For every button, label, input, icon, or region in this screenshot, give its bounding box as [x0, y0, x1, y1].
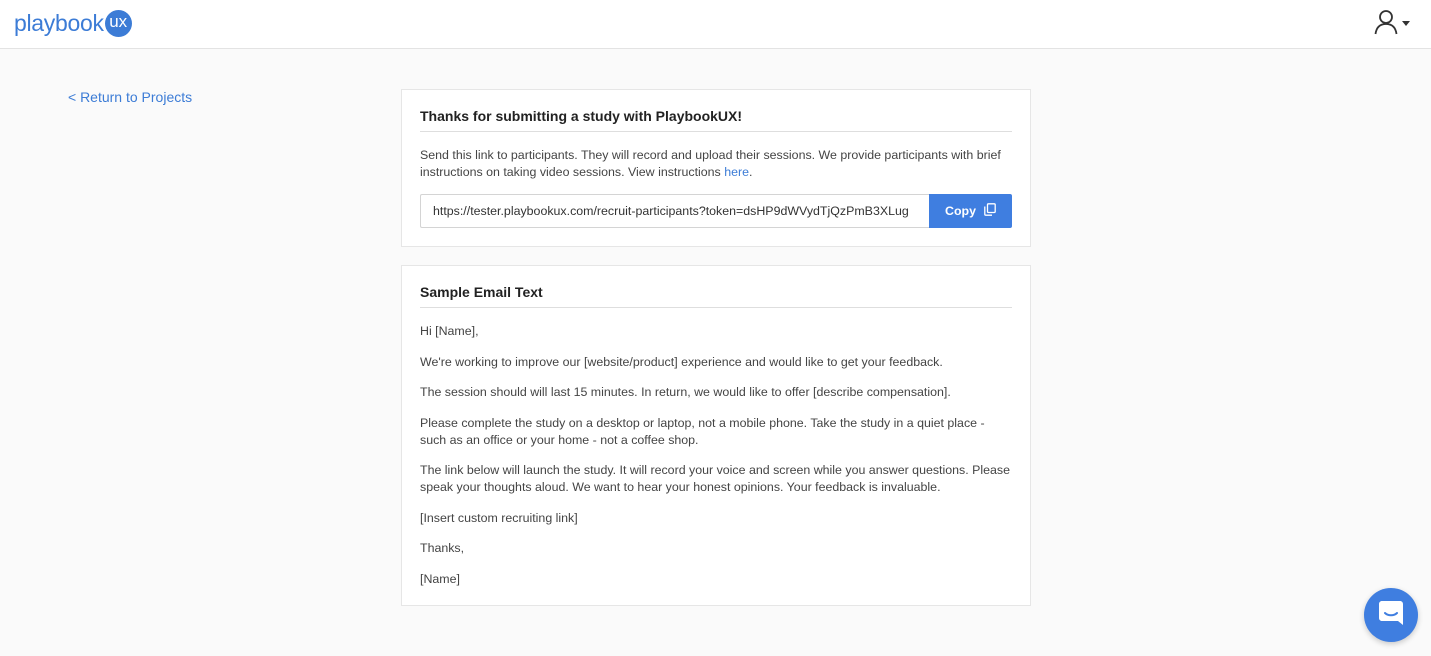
description-text: Send this link to participants. They wil…: [420, 148, 1001, 179]
study-link-card: Thanks for submitting a study with Playb…: [401, 89, 1031, 247]
study-link-input[interactable]: [420, 194, 929, 228]
email-paragraph: Hi [Name],: [420, 324, 479, 338]
email-paragraph: [Name]: [420, 571, 460, 586]
chat-icon: [1377, 599, 1405, 632]
study-link-card-title: Thanks for submitting a study with Playb…: [420, 108, 1012, 132]
copy-icon: [984, 203, 996, 219]
email-paragraph: Thanks,: [420, 541, 465, 555]
top-navbar: playbook ux: [0, 0, 1431, 49]
return-to-projects-link[interactable]: < Return to Projects: [68, 89, 192, 105]
copy-button-label: Copy: [945, 204, 976, 218]
email-paragraph: [Insert custom recruiting link]: [420, 510, 578, 525]
user-menu-button[interactable]: [1374, 9, 1414, 40]
instructions-here-link[interactable]: here: [724, 165, 749, 179]
email-paragraph: We're working to improve our [website/pr…: [420, 354, 943, 369]
sample-email-title: Sample Email Text: [420, 284, 1012, 308]
study-link-description: Send this link to participants. They wil…: [420, 147, 1012, 181]
study-link-row: Copy: [420, 194, 1012, 228]
user-icon: [1374, 9, 1398, 40]
chat-launcher-button[interactable]: [1364, 588, 1418, 642]
playbookux-logo[interactable]: playbook ux: [14, 9, 132, 37]
copy-link-button[interactable]: Copy: [929, 194, 1012, 228]
description-end: .: [749, 165, 753, 179]
sample-email-body: Hi [Name], We're working to improve our …: [420, 323, 1012, 588]
email-paragraph: The link below will launch the study. It…: [420, 463, 1010, 494]
logo-text: playbook: [14, 9, 104, 36]
logo-badge: ux: [104, 9, 132, 37]
email-paragraph: The session should will last 15 minutes.…: [420, 385, 951, 399]
email-paragraph: Please complete the study on a desktop o…: [420, 415, 985, 447]
sample-email-card: Sample Email Text Hi [Name], We're worki…: [401, 265, 1031, 606]
chevron-down-icon: [1402, 20, 1410, 26]
